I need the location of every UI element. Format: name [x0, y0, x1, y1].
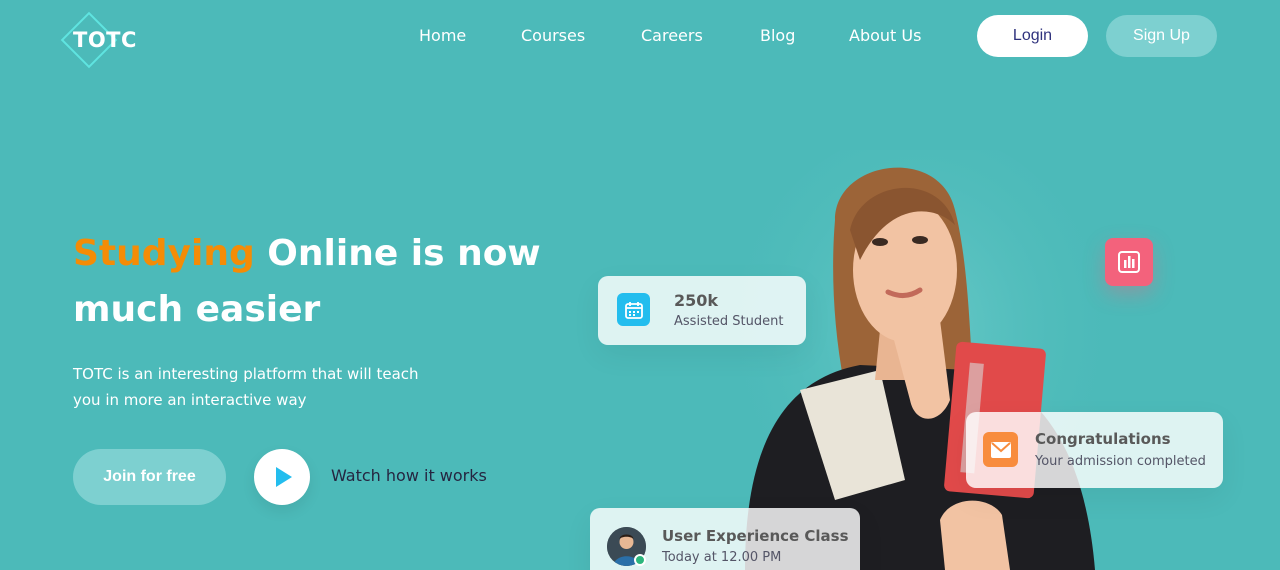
play-icon [276, 467, 292, 487]
nav-courses[interactable]: Courses [521, 26, 585, 45]
congrats-title: Congratulations [1035, 430, 1171, 448]
signup-button[interactable]: Sign Up [1106, 15, 1217, 57]
user-experience-class-card[interactable]: User Experience Class Today at 12.00 PM [590, 508, 860, 570]
play-video-button[interactable] [254, 449, 310, 505]
calendar-icon [617, 293, 650, 326]
join-for-free-button[interactable]: Join for free [73, 449, 226, 505]
logo[interactable]: TOTC [60, 11, 138, 69]
class-title: User Experience Class [662, 527, 849, 545]
student-photo [740, 150, 1100, 570]
hero-description: TOTC is an interesting platform that wil… [73, 365, 419, 409]
assisted-students-card: 250k Assisted Student [598, 276, 806, 345]
nav-careers[interactable]: Careers [641, 26, 703, 45]
bar-chart-icon [1105, 238, 1153, 286]
nav-about-us[interactable]: About Us [849, 26, 921, 45]
watch-how-it-works-link[interactable]: Watch how it works [331, 466, 487, 485]
logo-text: TOTC [73, 28, 137, 52]
hero-title: Studying Online is now much easier [73, 226, 553, 338]
class-time: Today at 12.00 PM [662, 550, 782, 565]
mail-icon [983, 432, 1018, 467]
congrats-subtitle: Your admission completed [1035, 454, 1206, 469]
congratulations-card: Congratulations Your admission completed [966, 412, 1223, 488]
hero-title-accent: Studying [73, 233, 255, 274]
students-count: 250k [674, 291, 719, 310]
nav-home[interactable]: Home [419, 26, 466, 45]
students-label: Assisted Student [674, 314, 784, 329]
online-status-dot [634, 554, 646, 566]
nav-blog[interactable]: Blog [760, 26, 795, 45]
login-button[interactable]: Login [977, 15, 1088, 57]
